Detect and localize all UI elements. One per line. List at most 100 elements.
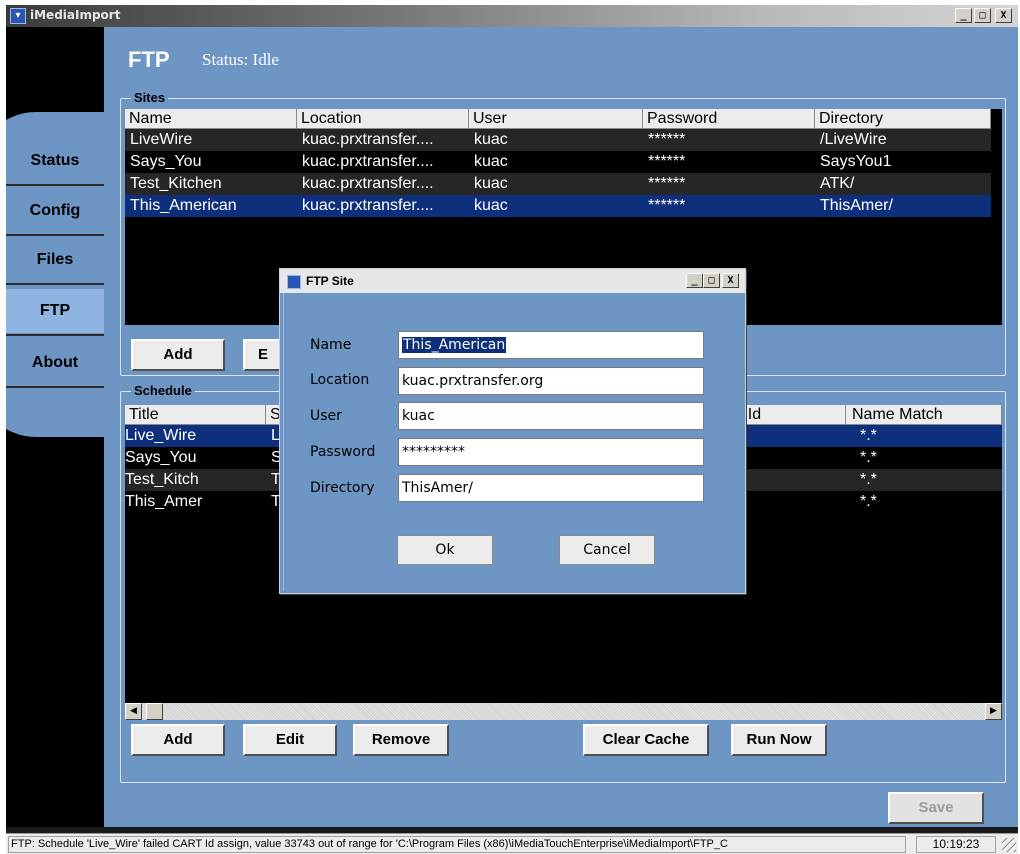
- location-field[interactable]: kuac.prxtransfer.org: [398, 367, 704, 395]
- cell-title: Says_You: [125, 449, 197, 466]
- cell-title: Live_Wire: [125, 427, 197, 444]
- cell-title: Test_Kitch: [125, 471, 199, 488]
- cell-directory: /LiveWire: [820, 131, 887, 148]
- title-bar[interactable]: ▾ iMediaImport _ □ X: [6, 5, 1018, 27]
- ftp-site-dialog: FTP Site _ □ X Name This_American Locati…: [279, 268, 746, 594]
- cell-name-match: *.*: [860, 493, 877, 510]
- cell-user: kuac: [474, 175, 508, 192]
- name-field[interactable]: This_American: [398, 331, 704, 359]
- dialog-maximize-button[interactable]: □: [703, 273, 720, 288]
- column-header-directory[interactable]: Directory: [815, 109, 991, 129]
- window-title: iMediaImport: [30, 8, 121, 22]
- nav-files[interactable]: Files: [6, 238, 104, 282]
- cell-location: kuac.prxtransfer....: [302, 153, 434, 170]
- run-now-button[interactable]: Run Now: [731, 724, 827, 756]
- close-button[interactable]: X: [995, 8, 1012, 23]
- user-label: User: [310, 408, 342, 424]
- column-header-title[interactable]: Title: [125, 405, 266, 425]
- cell-directory: SaysYou1: [820, 153, 892, 170]
- column-header-password[interactable]: Password: [643, 109, 815, 129]
- directory-label: Directory: [310, 480, 375, 496]
- cell-name: Says_You: [130, 153, 202, 170]
- cell-password: ******: [648, 131, 686, 148]
- location-label: Location: [310, 372, 370, 388]
- dialog-title: FTP Site: [306, 274, 354, 288]
- name-field-value: This_American: [402, 337, 507, 353]
- table-row-selected[interactable]: This_American kuac.prxtransfer.... kuac …: [125, 195, 991, 217]
- schedule-edit-button[interactable]: Edit: [243, 724, 337, 756]
- cell-directory: ATK/: [820, 175, 855, 192]
- cell-password: ******: [648, 197, 686, 214]
- dialog-title-bar[interactable]: FTP Site _ □ X: [280, 269, 745, 293]
- cell-user: kuac: [474, 197, 508, 214]
- table-row[interactable]: LiveWire kuac.prxtransfer.... kuac *****…: [125, 129, 991, 151]
- schedule-remove-button[interactable]: Remove: [353, 724, 449, 756]
- cancel-button[interactable]: Cancel: [559, 535, 655, 565]
- window-controls: _ □ X: [955, 8, 1012, 23]
- maximize-button[interactable]: □: [974, 8, 991, 23]
- sidebar: Status Config Files FTP About: [6, 27, 106, 827]
- status-message: FTP: Schedule 'Live_Wire' failed CART Id…: [8, 836, 906, 853]
- nav-divider: [6, 184, 104, 186]
- page-title: FTP: [128, 47, 170, 72]
- schedule-horizontal-scrollbar[interactable]: ◀ ▶: [125, 703, 1002, 720]
- nav-config[interactable]: Config: [6, 189, 104, 233]
- nav-divider: [6, 386, 104, 388]
- cell-title: This_Amer: [125, 493, 203, 510]
- table-row[interactable]: Test_Kitchen kuac.prxtransfer.... kuac *…: [125, 173, 991, 195]
- sites-edit-button[interactable]: E: [243, 339, 283, 371]
- directory-field[interactable]: ThisAmer/: [398, 474, 704, 502]
- nav-divider: [6, 283, 104, 285]
- cell-user: kuac: [474, 153, 508, 170]
- cell-location: kuac.prxtransfer....: [302, 175, 434, 192]
- cell-name-match: *.*: [860, 471, 877, 488]
- app-icon: ▾: [10, 8, 26, 24]
- column-header-location[interactable]: Location: [297, 109, 469, 129]
- resize-grip-icon[interactable]: [1002, 838, 1016, 852]
- clear-cache-button[interactable]: Clear Cache: [583, 724, 709, 756]
- column-header-user[interactable]: User: [469, 109, 643, 129]
- name-label: Name: [310, 337, 352, 353]
- cell-user: kuac: [474, 131, 508, 148]
- nav-ftp[interactable]: FTP: [6, 289, 104, 333]
- dialog-window-controls: _ □ X: [686, 273, 739, 288]
- sidebar-baseline: [6, 409, 104, 412]
- cell-name-match: *.*: [860, 449, 877, 466]
- cell-location: kuac.prxtransfer....: [302, 197, 434, 214]
- cell-name-match: *.*: [860, 427, 877, 444]
- dialog-body: Name This_American Location kuac.prxtran…: [283, 293, 743, 591]
- nav-about[interactable]: About: [6, 341, 104, 385]
- cell-name: This_American: [130, 197, 237, 214]
- dialog-minimize-button[interactable]: _: [686, 273, 703, 288]
- dialog-close-button[interactable]: X: [722, 273, 739, 288]
- scroll-left-arrow-icon[interactable]: ◀: [125, 703, 142, 720]
- sites-group-label: Sites: [131, 90, 169, 105]
- cell-name: Test_Kitchen: [130, 175, 222, 192]
- password-label: Password: [310, 444, 376, 460]
- dialog-app-icon: [287, 275, 301, 289]
- sites-table-header: Name Location User Password Directory: [125, 109, 991, 129]
- save-button[interactable]: Save: [888, 792, 984, 824]
- scroll-right-arrow-icon[interactable]: ▶: [985, 703, 1002, 720]
- ok-button[interactable]: Ok: [397, 535, 493, 565]
- column-header-name-match[interactable]: Name Match: [846, 405, 1002, 425]
- cell-name: LiveWire: [130, 131, 193, 148]
- password-field[interactable]: *********: [398, 438, 704, 466]
- scroll-thumb[interactable]: [146, 703, 163, 720]
- sites-add-button[interactable]: Add: [131, 339, 225, 371]
- cell-password: ******: [648, 153, 686, 170]
- table-row[interactable]: Says_You kuac.prxtransfer.... kuac *****…: [125, 151, 991, 173]
- nav-status[interactable]: Status: [6, 139, 104, 183]
- status-text: Status: Idle: [202, 50, 279, 69]
- user-field[interactable]: kuac: [398, 402, 704, 430]
- schedule-add-button[interactable]: Add: [131, 724, 225, 756]
- schedule-group-label: Schedule: [131, 383, 195, 398]
- nav-divider: [6, 234, 104, 236]
- status-bar: FTP: Schedule 'Live_Wire' failed CART Id…: [6, 833, 1018, 854]
- nav-divider: [6, 334, 104, 336]
- column-header-name[interactable]: Name: [125, 109, 297, 129]
- status-time: 10:19:23: [916, 836, 996, 853]
- cell-password: ******: [648, 175, 686, 192]
- minimize-button[interactable]: _: [955, 8, 972, 23]
- cell-location: kuac.prxtransfer....: [302, 131, 434, 148]
